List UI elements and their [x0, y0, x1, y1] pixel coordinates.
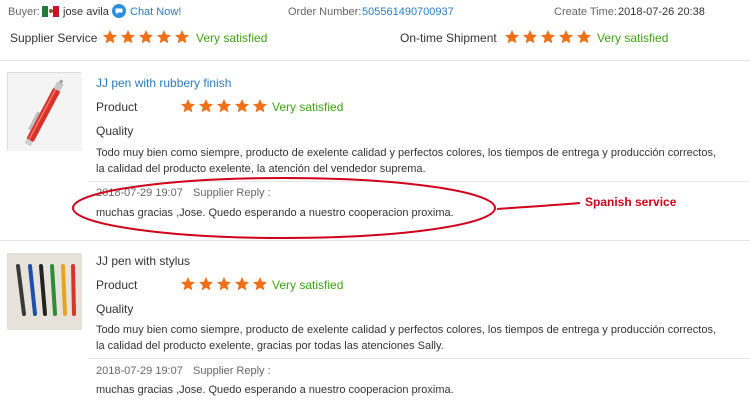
star-icon	[252, 276, 268, 292]
product-rating-stars	[180, 276, 268, 292]
quality-label: Quality	[96, 302, 134, 316]
star-icon	[234, 276, 250, 292]
divider	[0, 240, 750, 241]
supplier-reply-text: muchas gracias ,Jose. Quedo esperando a …	[96, 384, 454, 396]
product-thumbnail[interactable]	[7, 253, 82, 330]
product-label: Product	[96, 278, 138, 292]
review-comment-line: la calidad del producto exelente, gracia…	[96, 340, 444, 352]
annotation-ellipse	[72, 177, 496, 239]
annotation-arrow	[496, 202, 581, 210]
product-rating-text: Very satisfied	[272, 278, 344, 292]
star-icon	[180, 276, 196, 292]
reply-date: 2018-07-29 19:07	[96, 365, 183, 377]
review-comment-line: Todo muy bien como siempre, producto de …	[96, 324, 716, 336]
annotation-label: Spanish service	[585, 195, 677, 209]
supplier-reply-label: Supplier Reply :	[193, 365, 271, 377]
reply-divider	[88, 358, 750, 359]
star-icon	[216, 276, 232, 292]
star-icon	[198, 276, 214, 292]
product-name[interactable]: JJ pen with stylus	[96, 254, 190, 268]
review-comment: Todo muy bien como siempre, producto de …	[96, 322, 744, 354]
